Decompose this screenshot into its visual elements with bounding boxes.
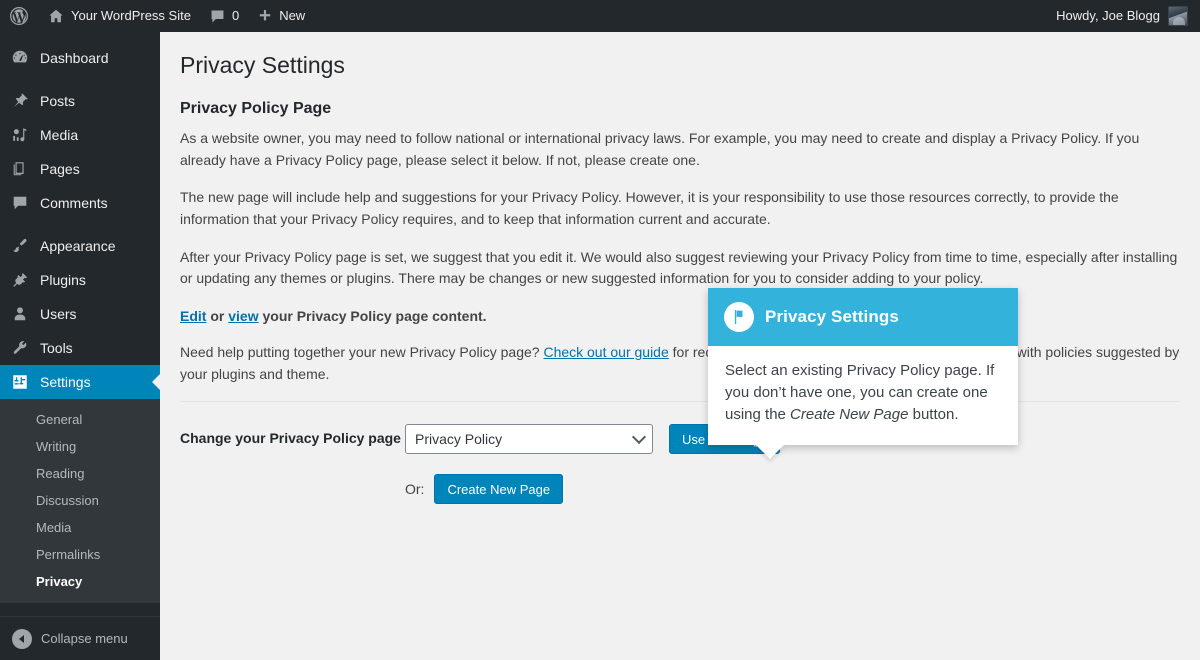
wordpress-logo-icon <box>9 6 29 26</box>
collapse-menu-label: Collapse menu <box>41 631 128 646</box>
sidebar-item-pages[interactable]: Pages <box>0 152 160 186</box>
new-content-menu[interactable]: New <box>248 0 314 32</box>
menu-separator-2 <box>0 220 160 229</box>
main-content: Privacy Settings Privacy Policy Page As … <box>160 32 1200 660</box>
new-content-label: New <box>279 0 305 32</box>
submenu-item-reading[interactable]: Reading <box>0 460 160 487</box>
plug-icon <box>10 271 30 289</box>
pointer-title: Privacy Settings <box>765 307 899 327</box>
intro-paragraph-1: As a website owner, you may need to foll… <box>180 128 1180 171</box>
media-icon <box>10 126 30 144</box>
collapse-menu-button[interactable]: Collapse menu <box>0 616 160 660</box>
admin-sidebar: Dashboard Posts Media Pages Comments App… <box>0 32 160 660</box>
submenu-item-privacy[interactable]: Privacy <box>0 568 160 595</box>
edit-view-conjunction: or <box>206 308 228 324</box>
dashboard-icon <box>10 49 30 67</box>
privacy-page-select-value: Privacy Policy <box>415 431 502 447</box>
submenu-item-general[interactable]: General <box>0 406 160 433</box>
admin-bar: Your WordPress Site 0 New Howdy, Joe Blo… <box>0 0 1200 32</box>
sidebar-item-label: Settings <box>40 374 91 390</box>
plus-icon <box>257 8 273 24</box>
submenu-item-writing[interactable]: Writing <box>0 433 160 460</box>
view-policy-link[interactable]: view <box>228 308 258 324</box>
comment-bubble-icon <box>10 194 30 212</box>
pages-icon <box>10 160 30 178</box>
comments-count: 0 <box>232 0 239 32</box>
sidebar-item-label: Dashboard <box>40 50 109 66</box>
sidebar-item-comments[interactable]: Comments <box>0 186 160 220</box>
sidebar-item-media[interactable]: Media <box>0 118 160 152</box>
sidebar-item-label: Plugins <box>40 272 86 288</box>
submenu-item-discussion[interactable]: Discussion <box>0 487 160 514</box>
sidebar-item-settings[interactable]: Settings <box>0 365 160 399</box>
change-page-label: Change your Privacy Policy page <box>180 424 405 449</box>
sidebar-item-tools[interactable]: Tools <box>0 331 160 365</box>
pin-icon <box>10 92 30 110</box>
pointer-body-part-2: button. <box>908 406 958 423</box>
sidebar-item-label: Appearance <box>40 238 116 254</box>
sidebar-item-label: Users <box>40 306 77 322</box>
wrench-icon <box>10 339 30 357</box>
site-name-menu[interactable]: Your WordPress Site <box>38 0 200 32</box>
create-page-row: Or: Create New Page <box>180 474 1180 504</box>
edit-view-line: Edit or view your Privacy Policy page co… <box>180 306 1180 328</box>
submenu-item-media[interactable]: Media <box>0 514 160 541</box>
guide-link[interactable]: Check out our guide <box>543 344 668 360</box>
sidebar-item-label: Media <box>40 127 78 143</box>
pointer-body-emphasis: Create New Page <box>790 406 908 423</box>
sidebar-item-label: Posts <box>40 93 75 109</box>
help-prefix: Need help putting together your new Priv… <box>180 344 543 360</box>
page-title: Privacy Settings <box>180 42 1180 84</box>
sidebar-item-label: Pages <box>40 161 80 177</box>
user-icon <box>10 305 30 323</box>
help-paragraph: Need help putting together your new Priv… <box>180 342 1180 385</box>
account-menu[interactable]: Howdy, Joe Blogg <box>1047 0 1200 32</box>
site-name-label: Your WordPress Site <box>71 0 191 32</box>
sidebar-item-appearance[interactable]: Appearance <box>0 229 160 263</box>
settings-submenu: General Writing Reading Discussion Media… <box>0 399 160 603</box>
pointer-header: Privacy Settings <box>708 288 1018 346</box>
wordpress-logo-menu[interactable] <box>0 0 38 32</box>
privacy-settings-pointer: Privacy Settings Select an existing Priv… <box>708 288 1018 445</box>
edit-view-tail: your Privacy Policy page content. <box>259 308 487 324</box>
sidebar-item-label: Tools <box>40 340 73 356</box>
flag-icon <box>724 302 754 332</box>
select-page-row: Change your Privacy Policy page Privacy … <box>180 424 1180 454</box>
section-title: Privacy Policy Page <box>180 100 1180 118</box>
chevron-down-icon <box>632 430 646 444</box>
sidebar-item-posts[interactable]: Posts <box>0 84 160 118</box>
menu-separator-1 <box>0 75 160 84</box>
sidebar-item-plugins[interactable]: Plugins <box>0 263 160 297</box>
privacy-page-select[interactable]: Privacy Policy <box>405 424 653 454</box>
pointer-arrow <box>756 445 784 459</box>
privacy-policy-form: Change your Privacy Policy page Privacy … <box>180 424 1180 504</box>
create-new-page-button[interactable]: Create New Page <box>434 474 563 504</box>
settings-sliders-icon <box>10 373 30 391</box>
sidebar-item-users[interactable]: Users <box>0 297 160 331</box>
section-divider <box>180 401 1180 402</box>
home-icon <box>47 7 65 25</box>
howdy-label: Howdy, Joe Blogg <box>1056 0 1160 32</box>
or-label: Or: <box>405 481 424 497</box>
pointer-body: Select an existing Privacy Policy page. … <box>708 346 1018 445</box>
comment-bubble-icon <box>209 8 226 25</box>
avatar <box>1168 6 1188 26</box>
intro-paragraph-3: After your Privacy Policy page is set, w… <box>180 247 1180 290</box>
edit-policy-link[interactable]: Edit <box>180 308 206 324</box>
paintbrush-icon <box>10 237 30 255</box>
intro-paragraph-2: The new page will include help and sugge… <box>180 187 1180 230</box>
menu-spacer-top <box>0 32 160 41</box>
submenu-item-permalinks[interactable]: Permalinks <box>0 541 160 568</box>
collapse-arrow-icon <box>12 629 32 649</box>
sidebar-item-dashboard[interactable]: Dashboard <box>0 41 160 75</box>
comments-menu[interactable]: 0 <box>200 0 248 32</box>
sidebar-item-label: Comments <box>40 195 108 211</box>
